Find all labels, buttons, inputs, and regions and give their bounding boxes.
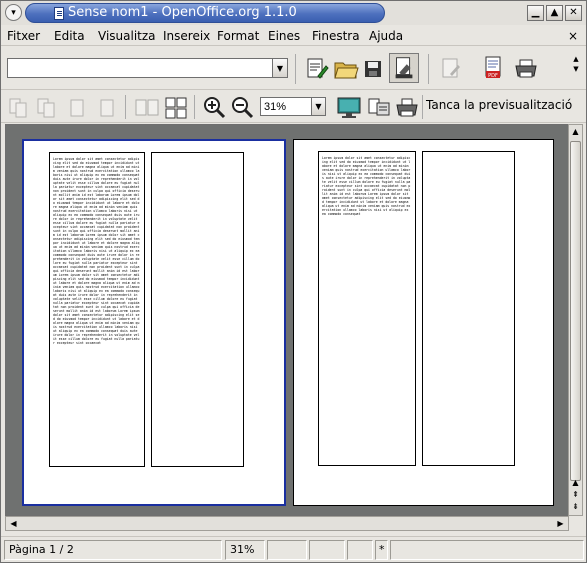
title-bar[interactable]: ▾ Sense nom1 - OpenOffice.org 1.1.0 ▁ ▲ … bbox=[1, 1, 586, 25]
zoom-indicator[interactable]: 31% bbox=[225, 540, 265, 560]
menu-insereix[interactable]: Insereix bbox=[163, 29, 210, 43]
print-options-icon[interactable] bbox=[365, 94, 393, 122]
print-icon[interactable] bbox=[512, 54, 540, 82]
menu-eines[interactable]: Eines bbox=[268, 29, 300, 43]
close-document-button[interactable]: × bbox=[568, 29, 578, 43]
window-title-text: Sense nom1 - OpenOffice.org 1.1.0 bbox=[68, 5, 297, 20]
page-column bbox=[151, 152, 244, 467]
open-folder-icon[interactable] bbox=[332, 54, 360, 82]
close-icon: ✕ bbox=[569, 7, 578, 18]
page-text: Lorem ipsum dolor sit amet consectetur a… bbox=[322, 156, 411, 216]
full-screen-icon[interactable] bbox=[335, 94, 363, 122]
previous-page-icon[interactable]: ⇞ bbox=[569, 489, 582, 501]
close-button[interactable]: ✕ bbox=[565, 5, 582, 21]
next-page-icon[interactable]: ⇟ bbox=[569, 501, 582, 513]
page-column bbox=[422, 151, 515, 466]
first-page-icon[interactable] bbox=[5, 94, 33, 122]
previous-page-icon[interactable] bbox=[33, 94, 61, 122]
zoom-out-icon[interactable] bbox=[228, 93, 256, 121]
zoom-in-icon[interactable] bbox=[200, 93, 228, 121]
document-modified-indicator: * bbox=[375, 540, 388, 560]
menu-format[interactable]: Format bbox=[217, 29, 259, 43]
next-page-icon[interactable] bbox=[63, 94, 91, 122]
scroll-right-icon[interactable]: ▶ bbox=[554, 518, 567, 530]
insert-mode-indicator[interactable] bbox=[267, 540, 307, 560]
document-icon bbox=[54, 7, 64, 20]
window-menu-button[interactable]: ▾ bbox=[5, 4, 22, 21]
menu-visualitza[interactable]: Visualitza bbox=[98, 29, 156, 43]
vertical-scrollbar[interactable]: ▲ ▲ ⇞ ⇟ bbox=[568, 124, 583, 516]
menu-ajuda[interactable]: Ajuda bbox=[369, 29, 403, 43]
edit-mode-icon[interactable] bbox=[436, 54, 464, 82]
standard-toolbar: ▼ PDF ▲ ▼ bbox=[1, 48, 586, 90]
menu-finestra[interactable]: Finestra bbox=[312, 29, 360, 43]
toolbar-separator bbox=[295, 54, 296, 84]
preview-area[interactable]: Lorem ipsum dolor sit amet consectetur a… bbox=[5, 124, 569, 516]
print-preview-icon[interactable] bbox=[393, 94, 421, 122]
maximize-button[interactable]: ▲ bbox=[546, 5, 563, 21]
page-column: Lorem ipsum dolor sit amet consectetur a… bbox=[49, 152, 145, 467]
page-indicator: Pàgina 1 / 2 bbox=[4, 540, 222, 560]
chevron-down-icon: ▼ bbox=[573, 65, 579, 73]
selection-mode-indicator[interactable] bbox=[309, 540, 345, 560]
toolbar-separator bbox=[428, 54, 429, 84]
scroll-up-icon[interactable]: ▲ bbox=[569, 126, 582, 138]
preview-toolbar: ▼ Tanca la previsualització bbox=[1, 91, 586, 123]
maximize-icon: ▲ bbox=[550, 7, 559, 18]
url-dropdown-button[interactable]: ▼ bbox=[272, 58, 288, 78]
toolbar-separator bbox=[194, 95, 195, 119]
menu-bar: Fitxer Edita Visualitza Insereix Format … bbox=[1, 26, 586, 46]
last-page-icon[interactable] bbox=[93, 94, 121, 122]
page-preview-icon[interactable] bbox=[389, 53, 419, 83]
hyperlink-mode-indicator[interactable] bbox=[347, 540, 373, 560]
chevron-down-icon: ▼ bbox=[315, 102, 322, 111]
preview-page-1[interactable]: Lorem ipsum dolor sit amet consectetur a… bbox=[22, 139, 286, 506]
chevron-down-icon: ▼ bbox=[276, 64, 284, 73]
minimize-icon: ▁ bbox=[531, 7, 540, 18]
chevron-up-icon: ▲ bbox=[573, 55, 579, 63]
save-icon[interactable] bbox=[359, 54, 387, 82]
application-window: ▾ Sense nom1 - OpenOffice.org 1.1.0 ▁ ▲ … bbox=[0, 0, 587, 563]
status-bar: Pàgina 1 / 2 31% * bbox=[1, 536, 586, 563]
close-preview-button[interactable]: Tanca la previsualització bbox=[426, 98, 572, 112]
horizontal-scrollbar[interactable]: ◀ ▶ bbox=[5, 516, 569, 531]
zoom-dropdown-button[interactable]: ▼ bbox=[311, 97, 326, 116]
page-column: Lorem ipsum dolor sit amet consectetur a… bbox=[318, 151, 416, 466]
page-text: Lorem ipsum dolor sit amet consectetur a… bbox=[53, 157, 140, 345]
preview-page-2[interactable]: Lorem ipsum dolor sit amet consectetur a… bbox=[293, 139, 554, 506]
toolbar-overflow-button[interactable]: ▲ ▼ bbox=[569, 54, 583, 84]
menu-edita[interactable]: Edita bbox=[54, 29, 85, 43]
url-input[interactable] bbox=[7, 58, 273, 78]
zoom-input[interactable] bbox=[260, 97, 312, 116]
minimize-button[interactable]: ▁ bbox=[527, 5, 544, 21]
window-title: Sense nom1 - OpenOffice.org 1.1.0 bbox=[25, 3, 385, 23]
window-menu-icon: ▾ bbox=[11, 7, 16, 18]
toolbar-separator bbox=[422, 95, 423, 119]
export-pdf-icon[interactable]: PDF bbox=[479, 54, 507, 82]
scroll-up-icon[interactable]: ▲ bbox=[569, 477, 582, 489]
status-info-cell bbox=[390, 540, 584, 560]
scroll-left-icon[interactable]: ◀ bbox=[7, 518, 20, 530]
two-pages-icon[interactable] bbox=[133, 94, 161, 122]
scrollbar-thumb[interactable] bbox=[570, 141, 581, 481]
toolbar-separator bbox=[125, 95, 126, 119]
svg-text:PDF: PDF bbox=[488, 73, 498, 79]
menu-fitxer[interactable]: Fitxer bbox=[7, 29, 40, 43]
multiple-pages-icon[interactable] bbox=[162, 94, 190, 122]
edit-file-icon[interactable] bbox=[301, 54, 329, 82]
